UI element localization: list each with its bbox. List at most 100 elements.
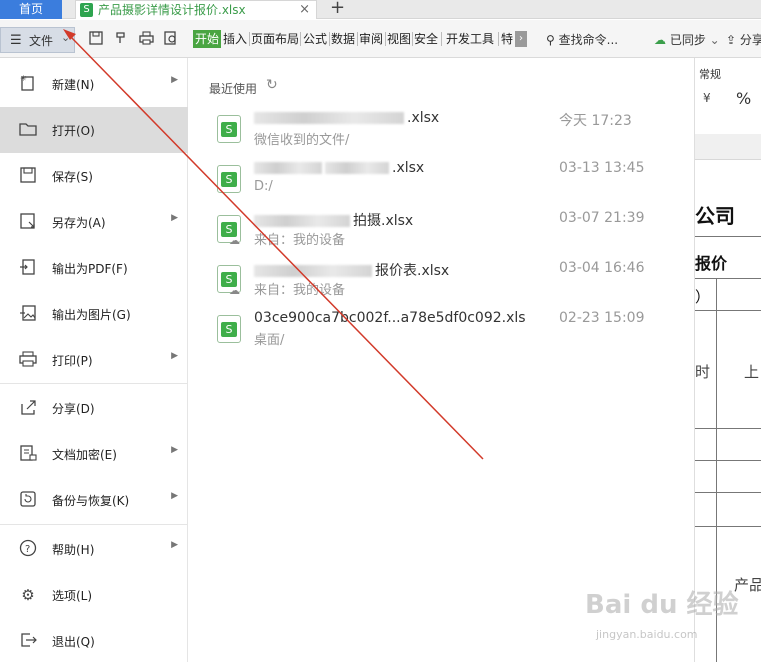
spreadsheet-icon: S <box>80 3 93 17</box>
ribbon-tab-start[interactable]: 开始 <box>193 30 221 48</box>
menu-item-new[interactable]: ✳ 新建(N) ▶ <box>0 61 188 107</box>
sheet-cell: 报价 <box>695 254 728 273</box>
lock-document-icon <box>18 444 38 464</box>
refresh-icon[interactable]: ↻ <box>266 77 278 93</box>
recent-file-name: 拍摄.xlsx <box>254 210 413 230</box>
currency-icon[interactable]: ¥ <box>703 91 711 105</box>
menu-item-exit[interactable]: 退出(Q) <box>0 618 188 664</box>
recent-files-panel: 最近使用 ↻ S .xlsx 微信收到的文件/ 今天 17:23 S .xlsx… <box>188 58 695 662</box>
svg-text:?: ? <box>25 544 30 555</box>
menu-item-share[interactable]: 分享(D) <box>0 385 188 431</box>
chevron-down-icon: ⌄ <box>61 31 71 44</box>
menu-item-label: 打开(O) <box>52 124 95 138</box>
menu-item-label: 另存为(A) <box>52 216 106 230</box>
save-icon[interactable] <box>89 31 103 50</box>
new-file-icon: ✳ <box>18 74 38 94</box>
recent-file-item[interactable]: S .xlsx 微信收到的文件/ 今天 17:23 <box>188 108 695 158</box>
command-search[interactable]: ⚲ 查找命令... <box>546 31 618 48</box>
gear-icon: ⚙ <box>21 586 35 604</box>
grid-line <box>695 310 761 311</box>
recent-files-title: 最近使用 <box>209 82 258 96</box>
close-tab-icon[interactable]: × <box>299 1 310 19</box>
submenu-arrow-icon: ▶ <box>171 491 178 501</box>
ribbon-tab-insert[interactable]: 插入 <box>223 31 247 47</box>
sheet-cell: ） <box>695 288 711 306</box>
menu-item-label: 新建(N) <box>52 78 95 92</box>
menu-item-save-as[interactable]: 另存为(A) ▶ <box>0 199 188 245</box>
ribbon-tab-developer[interactable]: 开发工具 <box>446 31 494 47</box>
cloud-icon: ☁ <box>229 284 240 297</box>
ribbon-tab-review[interactable]: 审阅 <box>359 31 383 47</box>
menu-item-label: 保存(S) <box>52 170 93 184</box>
pdf-export-icon <box>18 258 38 278</box>
ribbon-tab-view[interactable]: 视图 <box>387 31 411 47</box>
recent-file-time: 03-04 16:46 <box>559 260 645 276</box>
menu-item-help[interactable]: ? 帮助(H) ▶ <box>0 526 188 572</box>
recent-file-name: .xlsx <box>254 110 439 126</box>
sync-label: 已同步 <box>669 33 706 47</box>
menu-item-export-pdf[interactable]: 输出为PDF(F) <box>0 245 188 291</box>
ribbon-scroll-right-icon[interactable]: › <box>515 31 527 47</box>
recent-file-item[interactable]: S ☁ 拍摄.xlsx 来自：我的设备 03-07 21:39 <box>188 208 695 258</box>
print-icon[interactable] <box>139 31 154 50</box>
menu-item-label: 退出(Q) <box>52 635 95 649</box>
ribbon-tab-data[interactable]: 数据 <box>331 31 355 47</box>
tab-bar: 首页 S 产品摄影详情设计报价.xlsx × + <box>0 0 761 19</box>
menu-item-label: 备份与恢复(K) <box>52 494 130 508</box>
ribbon-separator <box>412 32 413 46</box>
menu-item-save[interactable]: 保存(S) <box>0 153 188 199</box>
ribbon-separator <box>249 32 250 46</box>
menu-divider <box>0 524 188 525</box>
file-menu-button[interactable]: ☰ 文件 ⌄ <box>0 27 75 53</box>
recent-file-path: 微信收到的文件/ <box>254 133 350 148</box>
spreadsheet-file-icon: S <box>217 165 241 193</box>
menu-item-backup[interactable]: 备份与恢复(K) ▶ <box>0 477 188 523</box>
grid-line <box>695 460 761 461</box>
format-painter-icon[interactable] <box>114 31 128 50</box>
recent-file-path: D:/ <box>254 179 273 194</box>
sheet-cell: 公司 <box>695 204 735 228</box>
command-search-label: 查找命令... <box>558 33 619 47</box>
hamburger-icon: ☰ <box>10 33 22 48</box>
spreadsheet-file-icon: S <box>217 115 241 143</box>
ribbon-tab-page-layout[interactable]: 页面布局 <box>251 31 299 47</box>
save-as-icon <box>18 212 38 232</box>
new-tab-button[interactable]: + <box>330 0 345 18</box>
print-preview-icon[interactable] <box>164 31 178 50</box>
recent-file-path: 桌面/ <box>254 333 285 348</box>
recent-file-item[interactable]: S 03ce900ca7bc002f...a78e5df0c092.xls 桌面… <box>188 308 695 358</box>
save-icon <box>18 166 38 186</box>
number-format-dropdown[interactable]: 常规 <box>699 66 721 82</box>
ribbon-separator <box>300 32 301 46</box>
share-button[interactable]: ⇪ 分享 <box>726 31 761 48</box>
exit-icon <box>18 631 38 651</box>
menu-item-label: 输出为图片(G) <box>52 308 131 322</box>
recent-file-time: 今天 17:23 <box>559 113 632 129</box>
recent-file-item[interactable]: S ☁ 报价表.xlsx 来自：我的设备 03-04 16:46 <box>188 258 695 308</box>
ribbon-tab-special[interactable]: 特 <box>501 31 513 47</box>
menu-item-print[interactable]: 打印(P) ▶ <box>0 337 188 383</box>
ribbon-separator <box>441 32 442 46</box>
spreadsheet-file-icon: S <box>217 315 241 343</box>
recent-file-item[interactable]: S .xlsx D:/ 03-13 13:45 <box>188 158 695 208</box>
sheet-cell: 时 <box>695 363 711 381</box>
ribbon-tab-formulas[interactable]: 公式 <box>303 31 327 47</box>
menu-item-encrypt[interactable]: 文档加密(E) ▶ <box>0 431 188 477</box>
submenu-arrow-icon: ▶ <box>171 540 178 550</box>
ribbon-separator <box>385 32 386 46</box>
menu-item-options[interactable]: ⚙ 选项(L) <box>0 572 188 618</box>
menu-item-export-image[interactable]: 输出为图片(G) <box>0 291 188 337</box>
sync-status[interactable]: ☁ 已同步 ⌄ <box>654 31 720 48</box>
column-header-row <box>695 134 761 160</box>
menu-item-label: 文档加密(E) <box>52 448 117 462</box>
percent-icon[interactable]: % <box>736 89 751 108</box>
share-label: 分享 <box>739 33 761 47</box>
tab-home[interactable]: 首页 <box>0 0 62 19</box>
menu-item-open[interactable]: 打开(O) <box>0 107 188 153</box>
ribbon-tab-security[interactable]: 安全 <box>414 31 438 47</box>
printer-icon <box>18 350 38 370</box>
menu-item-label: 选项(L) <box>52 589 93 603</box>
menu-divider <box>0 383 188 384</box>
menu-item-label: 打印(P) <box>52 354 93 368</box>
tab-document[interactable]: S 产品摄影详情设计报价.xlsx × <box>75 0 317 19</box>
